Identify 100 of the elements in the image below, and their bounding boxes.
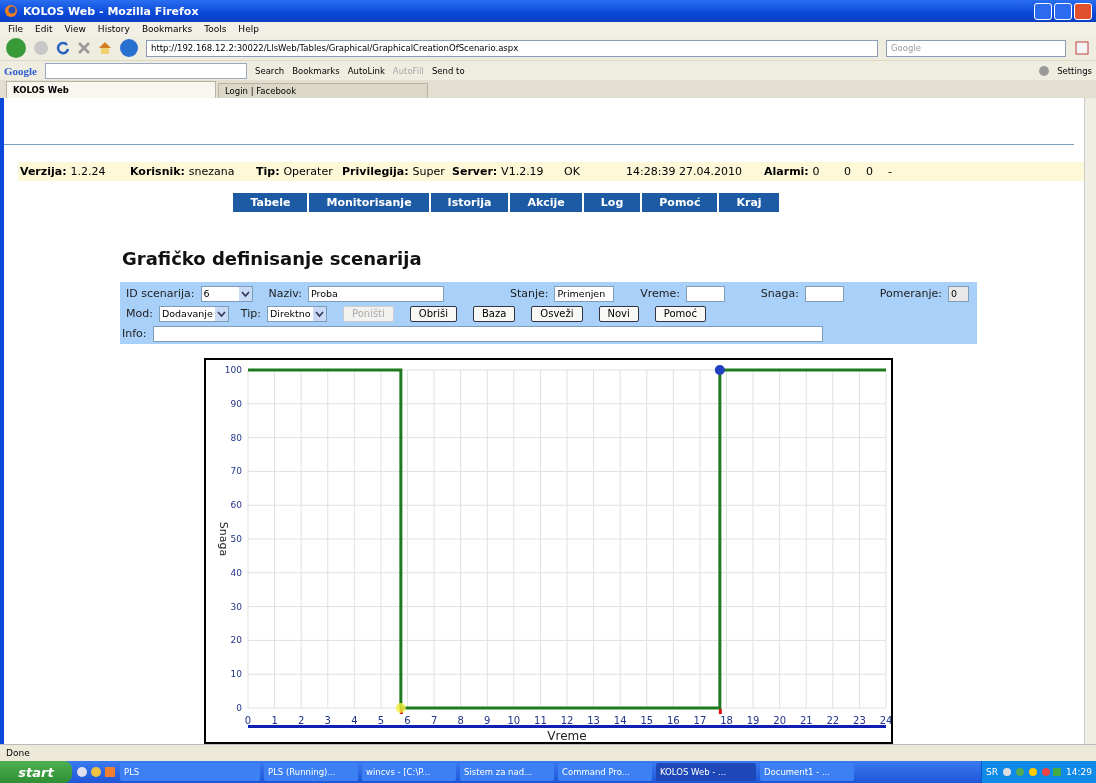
reload-icon[interactable] (56, 41, 70, 55)
nav-button[interactable]: Kraj (719, 193, 779, 213)
status-text: Done (6, 748, 30, 758)
taskbar-button[interactable]: Document1 - ... (760, 763, 854, 781)
google-logo: Google (4, 64, 37, 77)
back-button[interactable] (6, 38, 26, 58)
x-tick-label: 4 (351, 715, 358, 726)
x-tick-label: 14 (613, 715, 627, 726)
x-tick-label: 16 (666, 715, 680, 726)
x-tick-label: 7 (430, 715, 438, 726)
menu-item[interactable]: Edit (35, 24, 53, 34)
input-field[interactable]: Primenjen (554, 285, 615, 302)
menu-item[interactable]: History (97, 24, 130, 34)
form-button[interactable]: Baza (472, 305, 516, 322)
info-text: Tip: Operater (256, 165, 334, 179)
taskbar-button[interactable]: PLS (120, 763, 260, 781)
input-field[interactable]: 0 (948, 285, 969, 302)
x-tick-label: 1 (271, 715, 278, 726)
nav-button[interactable]: Pomoć (642, 193, 718, 213)
taskbar-button[interactable]: Sistem za nad... (460, 763, 554, 781)
y-tick-label: 60 (230, 500, 242, 511)
quick-launch-icon[interactable] (76, 765, 116, 779)
x-tick-label: 17 (693, 715, 707, 726)
menu-item[interactable]: Tools (204, 24, 227, 34)
dropdown-caret-icon (214, 306, 228, 321)
maximize-button[interactable] (1054, 2, 1072, 20)
input-field[interactable] (805, 285, 844, 302)
select-field[interactable]: Direktno (267, 305, 327, 322)
x-tick-label: 23 (853, 715, 866, 726)
form-button[interactable]: Pomoć (654, 305, 706, 322)
notepad-icon[interactable] (1074, 40, 1090, 56)
x-tick-label: 5 (377, 715, 385, 726)
browser-tab[interactable]: KOLOS Web (6, 81, 216, 98)
select-field[interactable]: Dodavanje (158, 305, 229, 322)
close-button[interactable] (1074, 2, 1092, 20)
toolbar-item[interactable]: Bookmarks (292, 65, 340, 76)
nav-button[interactable]: Log (583, 193, 641, 213)
y-tick-label: 100 (224, 365, 242, 375)
x-tick-label: 0 (244, 715, 252, 726)
settings-icon[interactable] (1039, 65, 1050, 76)
y-tick-label: 20 (230, 635, 242, 646)
nav-button[interactable]: Monitorisanje (309, 193, 429, 213)
info-text: 0 (844, 165, 852, 179)
toolbar-item[interactable]: AutoLink (347, 65, 385, 76)
field-label: Naziv: (268, 287, 302, 301)
taskbar-button[interactable]: wincvs - [C:\P... (362, 763, 456, 781)
stop-icon[interactable] (78, 42, 90, 54)
point-handle[interactable] (714, 365, 725, 375)
x-axis-title: Vreme (547, 729, 587, 742)
menu-item[interactable]: View (64, 24, 86, 34)
toolbar-item[interactable]: Search (255, 65, 285, 76)
point-handle[interactable] (395, 703, 406, 713)
dropdown-caret-icon (238, 286, 252, 301)
field-label: ID scenarija: (126, 287, 195, 301)
toolbar-item[interactable]: Send to (431, 65, 465, 76)
select-field[interactable]: 6 (200, 285, 253, 302)
menu-item[interactable]: File (8, 24, 24, 34)
home-icon[interactable] (98, 41, 112, 55)
taskbar-button[interactable]: Command Pro... (558, 763, 652, 781)
menu-item[interactable]: Bookmarks (141, 24, 193, 34)
menu-item[interactable]: Help (238, 24, 259, 34)
language-indicator: SR (986, 767, 999, 777)
field-label: Tip: (240, 307, 261, 321)
y-tick-label: 90 (230, 398, 242, 409)
x-tick-label: 9 (484, 715, 491, 726)
forward-button[interactable] (34, 41, 48, 55)
x-tick-label: 13 (587, 715, 600, 726)
info-text: Verzija: 1.2.24 (20, 165, 107, 179)
toolbar-search-field[interactable] (45, 62, 247, 79)
form-button[interactable]: Novi (598, 305, 639, 322)
y-tick-label: 10 (230, 669, 242, 680)
field-label: Info: (122, 327, 147, 341)
y-tick-label: 80 (230, 432, 242, 443)
x-tick-label: 8 (457, 715, 464, 726)
input-field[interactable] (686, 285, 725, 302)
browser-tab[interactable]: Login | Facebook (218, 83, 428, 98)
info-text: 0 (866, 165, 874, 179)
y-tick-label: 50 (230, 534, 242, 544)
nav-button[interactable]: Istorija (430, 193, 509, 213)
y-tick-label: 40 (230, 567, 242, 578)
info-text: - (888, 165, 893, 179)
nav-button[interactable]: Tabele (233, 193, 308, 213)
toolbar-item[interactable]: Settings (1057, 65, 1092, 76)
addon-icon[interactable] (120, 39, 138, 57)
x-tick-label: 22 (826, 715, 840, 726)
form-button[interactable]: Obriši (409, 305, 457, 322)
taskbar-button[interactable]: PLS (Running)... (264, 763, 358, 781)
input-field[interactable]: Proba (308, 285, 444, 302)
x-tick-label: 11 (534, 715, 547, 726)
y-tick-label: 0 (236, 703, 242, 713)
info-field[interactable] (152, 325, 823, 342)
x-tick-label: 10 (507, 715, 521, 726)
field-label: Pomeranje: (879, 287, 943, 301)
form-button[interactable]: Osveži (531, 305, 583, 322)
field-label: Mod: (126, 307, 153, 321)
field-label: Snaga: (760, 287, 799, 301)
taskbar-button[interactable]: KOLOS Web - ... (656, 763, 756, 781)
nav-button[interactable]: Akcije (510, 193, 582, 213)
address-field[interactable]: http://192.168.12.2:30022/LlsWeb/Tables/Graphical/GraphicalCreationOfScenario.aspx (146, 39, 878, 57)
minimize-button[interactable] (1034, 2, 1052, 20)
